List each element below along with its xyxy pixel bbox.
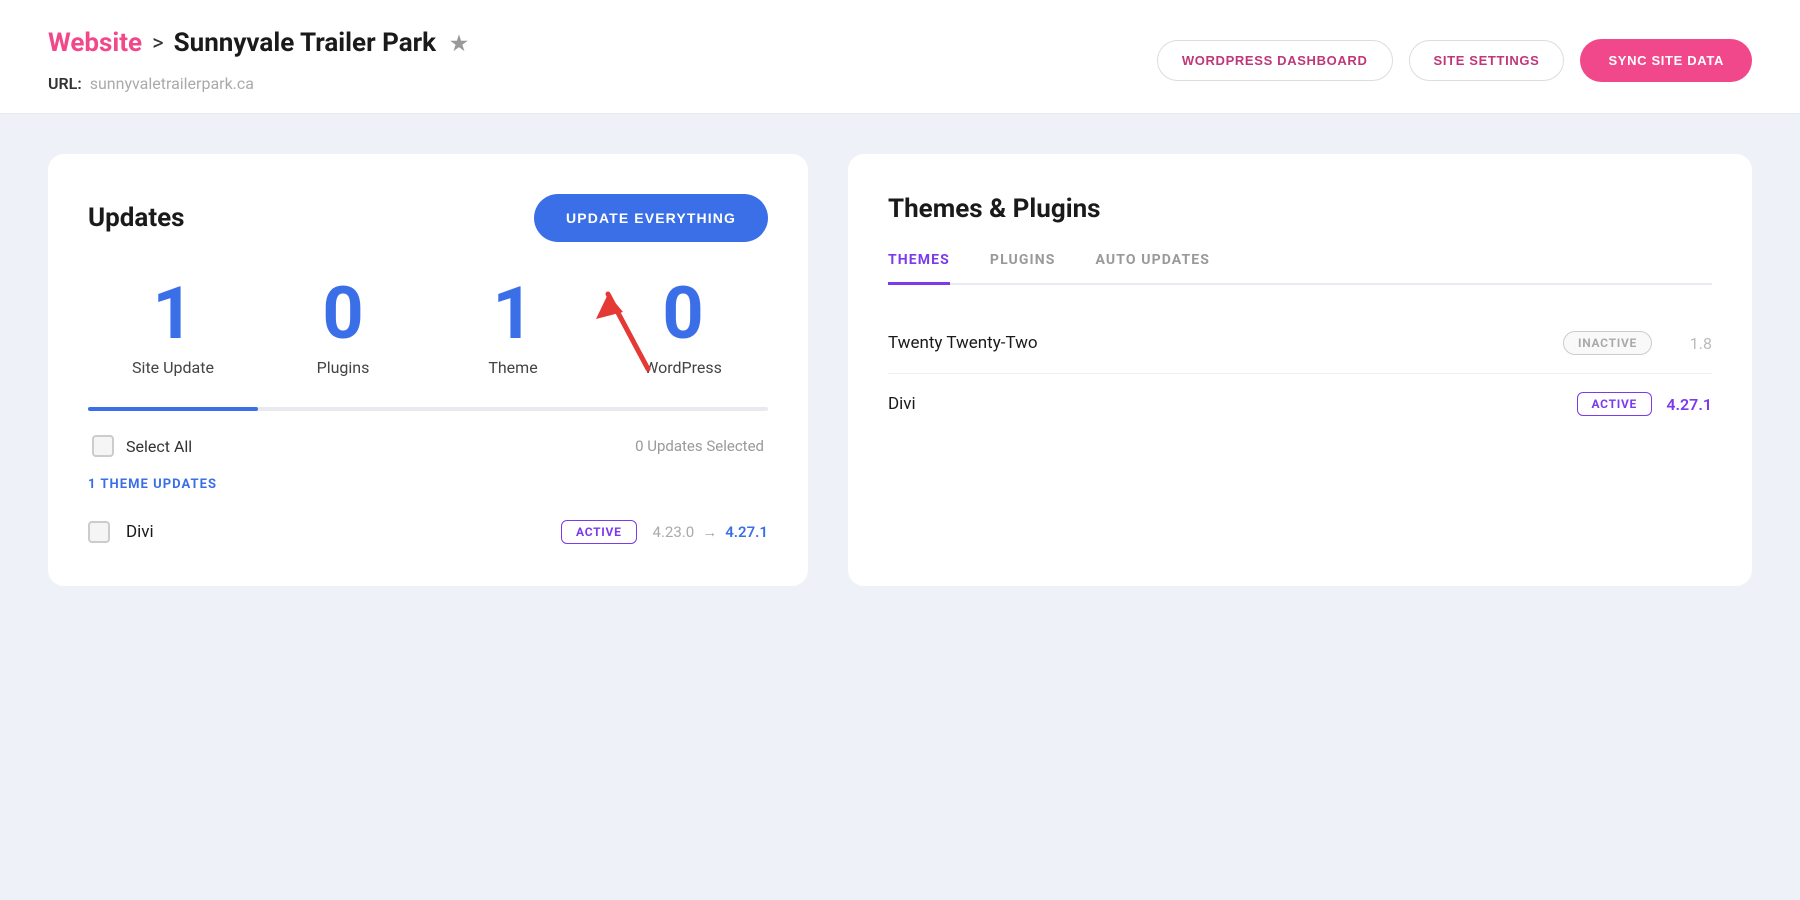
stat-wordpress-number: 0 <box>598 278 768 350</box>
updates-panel: Updates UPDATE EVERYTHING 1 Site Update … <box>48 154 808 586</box>
header-right: WORDPRESS DASHBOARD SITE SETTINGS SYNC S… <box>1157 39 1752 82</box>
select-all-label: Select All <box>126 437 192 456</box>
theme-row-divi: Divi ACTIVE 4.27.1 <box>888 374 1712 434</box>
tab-auto-updates[interactable]: AUTO UPDATES <box>1096 252 1211 285</box>
version-info-divi: 4.23.0 → 4.27.1 <box>653 523 768 541</box>
theme-version-divi: 4.27.1 <box>1652 395 1712 414</box>
site-settings-button[interactable]: SITE SETTINGS <box>1409 40 1565 81</box>
update-item-name-divi: Divi <box>126 522 545 542</box>
star-icon[interactable]: ★ <box>450 31 468 55</box>
wordpress-dashboard-button[interactable]: WORDPRESS DASHBOARD <box>1157 40 1393 81</box>
updates-panel-title: Updates <box>88 203 185 233</box>
tab-themes[interactable]: THEMES <box>888 252 950 285</box>
version-from: 4.23.0 <box>653 523 695 541</box>
update-item-badge-divi: ACTIVE <box>561 520 637 544</box>
theme-updates-label: 1 THEME UPDATES <box>88 477 768 492</box>
main-content: Updates UPDATE EVERYTHING 1 Site Update … <box>0 114 1800 626</box>
stat-plugins-number: 0 <box>258 278 428 350</box>
updates-panel-header: Updates UPDATE EVERYTHING <box>88 194 768 242</box>
version-arrow: → <box>702 523 717 541</box>
themes-panel: Themes & Plugins THEMES PLUGINS AUTO UPD… <box>848 154 1752 586</box>
theme-badge-active-divi: ACTIVE <box>1577 392 1653 416</box>
stat-theme: 1 Theme <box>428 278 598 377</box>
update-item-divi: Divi ACTIVE 4.23.0 → 4.27.1 <box>88 508 768 556</box>
tabs-row: THEMES PLUGINS AUTO UPDATES <box>888 252 1712 285</box>
theme-version-twenty-twenty-two: 1.8 <box>1652 334 1712 353</box>
stats-row: 1 Site Update 0 Plugins 1 Theme 0 WordPr… <box>88 278 768 377</box>
progress-bar-fill <box>88 407 258 411</box>
select-all-checkbox[interactable] <box>92 435 114 457</box>
stat-site-update-number: 1 <box>88 278 258 350</box>
header-left: Website > Sunnyvale Trailer Park ★ URL: … <box>48 28 468 93</box>
theme-row-twenty-twenty-two: Twenty Twenty-Two INACTIVE 1.8 <box>888 313 1712 374</box>
breadcrumb: Website > Sunnyvale Trailer Park ★ <box>48 28 468 58</box>
stat-site-update: 1 Site Update <box>88 278 258 377</box>
sync-site-data-button[interactable]: SYNC SITE DATA <box>1580 39 1752 82</box>
stat-wordpress-label: WordPress <box>598 358 768 377</box>
select-all-row: Select All 0 Updates Selected <box>88 435 768 457</box>
theme-badge-inactive: INACTIVE <box>1563 331 1652 355</box>
update-item-checkbox-divi[interactable] <box>88 521 110 543</box>
stat-plugins-label: Plugins <box>258 358 428 377</box>
update-everything-button[interactable]: UPDATE EVERYTHING <box>534 194 768 242</box>
version-to: 4.27.1 <box>725 523 768 541</box>
theme-name-twenty-twenty-two: Twenty Twenty-Two <box>888 333 1563 353</box>
breadcrumb-separator: > <box>152 31 164 56</box>
stat-plugins: 0 Plugins <box>258 278 428 377</box>
breadcrumb-website[interactable]: Website <box>48 28 142 58</box>
stat-wordpress: 0 WordPress <box>598 278 768 377</box>
url-row: URL: sunnyvaletrailerpark.ca <box>48 74 468 93</box>
url-label: URL: <box>48 74 82 93</box>
select-all-left: Select All <box>92 435 192 457</box>
updates-selected-count: 0 Updates Selected <box>635 437 764 455</box>
breadcrumb-site: Sunnyvale Trailer Park <box>174 28 436 58</box>
themes-panel-title: Themes & Plugins <box>888 194 1712 224</box>
progress-bar <box>88 407 768 411</box>
url-value: sunnyvaletrailerpark.ca <box>90 74 254 93</box>
stat-theme-label: Theme <box>428 358 598 377</box>
header: Website > Sunnyvale Trailer Park ★ URL: … <box>0 0 1800 114</box>
theme-name-divi: Divi <box>888 394 1577 414</box>
stat-theme-number: 1 <box>428 278 598 350</box>
stat-site-update-label: Site Update <box>88 358 258 377</box>
tab-plugins[interactable]: PLUGINS <box>990 252 1056 285</box>
